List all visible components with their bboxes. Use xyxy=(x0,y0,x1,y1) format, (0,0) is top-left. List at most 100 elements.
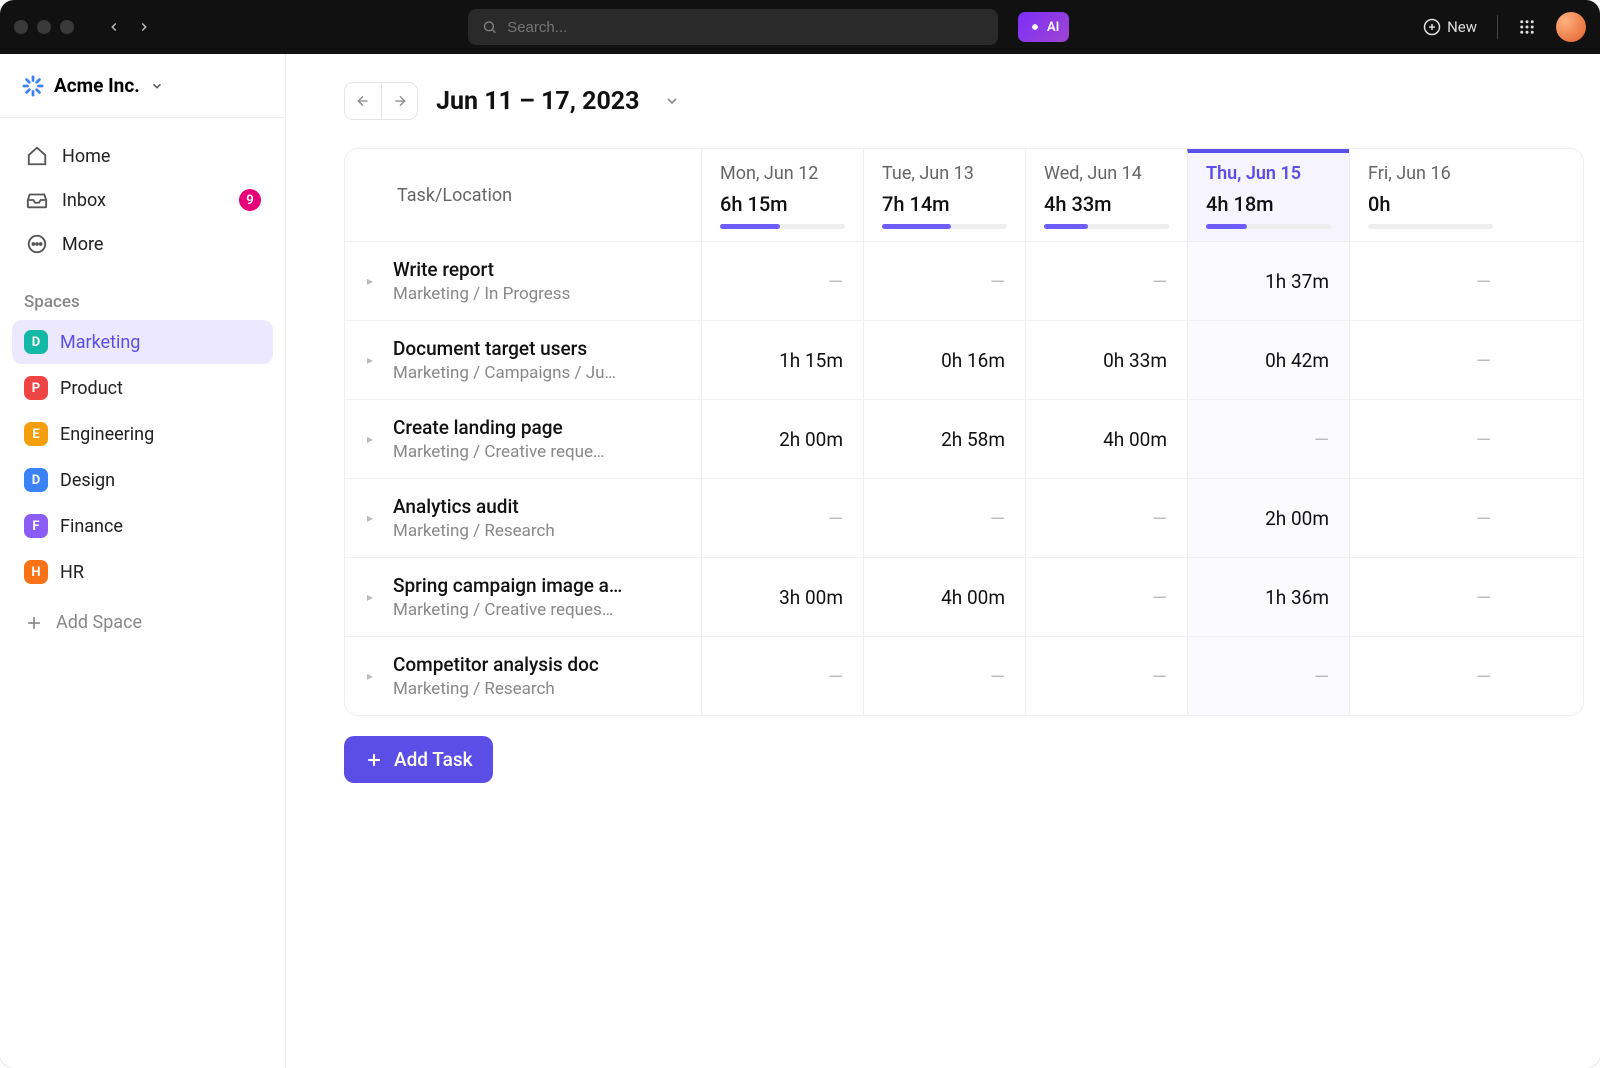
sidebar-space-item[interactable]: EEngineering xyxy=(12,412,273,456)
time-cell[interactable]: 2h 58m xyxy=(863,400,1025,478)
window-controls xyxy=(14,20,74,34)
day-column-header[interactable]: Tue, Jun 13 7h 14m xyxy=(863,149,1025,241)
day-progress-bar xyxy=(1044,224,1169,229)
time-cell[interactable]: — xyxy=(863,242,1025,320)
day-label: Fri, Jun 16 xyxy=(1368,163,1493,184)
add-space-button[interactable]: Add Space xyxy=(12,600,273,645)
sidebar-space-item[interactable]: DDesign xyxy=(12,458,273,502)
time-cell[interactable]: — xyxy=(1025,479,1187,557)
task-cell[interactable]: ▸ Competitor analysis doc Marketing / Re… xyxy=(345,637,701,715)
time-cell[interactable]: 2h 00m xyxy=(1187,479,1349,557)
task-row: ▸ Analytics audit Marketing / Research —… xyxy=(345,479,1583,558)
time-cell[interactable]: — xyxy=(701,637,863,715)
disclosure-triangle-icon[interactable]: ▸ xyxy=(367,274,383,288)
task-cell[interactable]: ▸ Document target users Marketing / Camp… xyxy=(345,321,701,399)
day-column-header[interactable]: Mon, Jun 12 6h 15m xyxy=(701,149,863,241)
apps-grid-icon[interactable] xyxy=(1518,18,1536,36)
nav-inbox[interactable]: Inbox 9 xyxy=(14,178,271,222)
nav-inbox-label: Inbox xyxy=(62,190,106,211)
date-range-picker[interactable] xyxy=(658,87,686,115)
time-cell[interactable]: — xyxy=(863,637,1025,715)
time-cell[interactable]: 4h 00m xyxy=(1025,400,1187,478)
sidebar-space-item[interactable]: PProduct xyxy=(12,366,273,410)
search-icon xyxy=(482,19,497,35)
new-button[interactable]: New xyxy=(1423,18,1477,36)
task-title: Analytics audit xyxy=(393,495,555,518)
day-progress-bar xyxy=(1206,224,1331,229)
workspace-switcher[interactable]: Acme Inc. xyxy=(0,54,285,118)
add-task-button[interactable]: Add Task xyxy=(344,736,493,783)
disclosure-triangle-icon[interactable]: ▸ xyxy=(367,669,383,683)
sidebar-space-item[interactable]: DMarketing xyxy=(12,320,273,364)
time-cell[interactable]: 1h 15m xyxy=(701,321,863,399)
prev-week-button[interactable] xyxy=(345,83,381,119)
next-week-button[interactable] xyxy=(381,83,417,119)
time-cell[interactable]: — xyxy=(1025,242,1187,320)
day-label: Thu, Jun 15 xyxy=(1206,163,1331,184)
traffic-light-close[interactable] xyxy=(14,20,28,34)
task-row: ▸ Competitor analysis doc Marketing / Re… xyxy=(345,637,1583,715)
time-cell[interactable]: — xyxy=(1349,637,1511,715)
time-cell[interactable]: 1h 37m xyxy=(1187,242,1349,320)
time-cell[interactable]: 0h 16m xyxy=(863,321,1025,399)
ai-button[interactable]: AI xyxy=(1018,12,1069,42)
home-icon xyxy=(26,145,48,167)
global-search[interactable] xyxy=(468,9,998,45)
add-space-label: Add Space xyxy=(56,612,142,633)
time-cell[interactable]: — xyxy=(1025,637,1187,715)
traffic-light-zoom[interactable] xyxy=(60,20,74,34)
sidebar-space-item[interactable]: F Finance xyxy=(12,504,273,548)
time-cell[interactable]: — xyxy=(1349,479,1511,557)
time-cell[interactable]: 2h 00m xyxy=(701,400,863,478)
search-input[interactable] xyxy=(507,19,984,36)
history-back-button[interactable] xyxy=(100,13,128,41)
time-cell[interactable]: — xyxy=(1349,321,1511,399)
time-cell[interactable]: 0h 42m xyxy=(1187,321,1349,399)
task-row: ▸ Create landing page Marketing / Creati… xyxy=(345,400,1583,479)
time-cell[interactable]: — xyxy=(1187,400,1349,478)
day-column-header[interactable]: Wed, Jun 14 4h 33m xyxy=(1025,149,1187,241)
user-avatar[interactable] xyxy=(1556,12,1586,42)
time-cell[interactable]: 0h 33m xyxy=(1025,321,1187,399)
space-color-badge: F xyxy=(24,514,48,538)
more-icon xyxy=(26,233,48,255)
inbox-icon xyxy=(26,189,48,211)
task-title: Spring campaign image a… xyxy=(393,574,622,597)
time-cell[interactable]: 4h 00m xyxy=(863,558,1025,636)
nav-home-label: Home xyxy=(62,146,110,167)
day-total: 7h 14m xyxy=(882,192,1007,216)
day-column-header[interactable]: Thu, Jun 15 4h 18m xyxy=(1187,149,1349,241)
day-column-header[interactable]: Fri, Jun 16 0h xyxy=(1349,149,1511,241)
nav-more[interactable]: More xyxy=(14,222,271,266)
task-path: Marketing / Research xyxy=(393,679,599,699)
time-cell[interactable]: — xyxy=(1025,558,1187,636)
add-task-label: Add Task xyxy=(394,748,473,771)
space-label: Finance xyxy=(60,516,123,537)
time-cell[interactable]: — xyxy=(863,479,1025,557)
workspace-name: Acme Inc. xyxy=(54,74,140,97)
task-title: Competitor analysis doc xyxy=(393,653,599,676)
time-cell[interactable]: — xyxy=(1349,242,1511,320)
time-cell[interactable]: — xyxy=(701,242,863,320)
main-content: Jun 11 – 17, 2023 Task/Location Mon, Jun… xyxy=(286,54,1600,1068)
task-cell[interactable]: ▸ Analytics audit Marketing / Research xyxy=(345,479,701,557)
sidebar-space-item[interactable]: HHR xyxy=(12,550,273,594)
disclosure-triangle-icon[interactable]: ▸ xyxy=(367,511,383,525)
traffic-light-minimize[interactable] xyxy=(37,20,51,34)
task-cell[interactable]: ▸ Spring campaign image a… Marketing / C… xyxy=(345,558,701,636)
inbox-badge: 9 xyxy=(239,189,261,211)
history-forward-button[interactable] xyxy=(130,13,158,41)
sidebar: Acme Inc. Home Inbox 9 More Spaces xyxy=(0,54,286,1068)
task-cell[interactable]: ▸ Write report Marketing / In Progress xyxy=(345,242,701,320)
time-cell[interactable]: — xyxy=(1349,558,1511,636)
time-cell[interactable]: — xyxy=(1349,400,1511,478)
time-cell[interactable]: 1h 36m xyxy=(1187,558,1349,636)
time-cell[interactable]: — xyxy=(1187,637,1349,715)
time-cell[interactable]: — xyxy=(701,479,863,557)
disclosure-triangle-icon[interactable]: ▸ xyxy=(367,590,383,604)
disclosure-triangle-icon[interactable]: ▸ xyxy=(367,432,383,446)
nav-home[interactable]: Home xyxy=(14,134,271,178)
disclosure-triangle-icon[interactable]: ▸ xyxy=(367,353,383,367)
time-cell[interactable]: 3h 00m xyxy=(701,558,863,636)
task-cell[interactable]: ▸ Create landing page Marketing / Creati… xyxy=(345,400,701,478)
